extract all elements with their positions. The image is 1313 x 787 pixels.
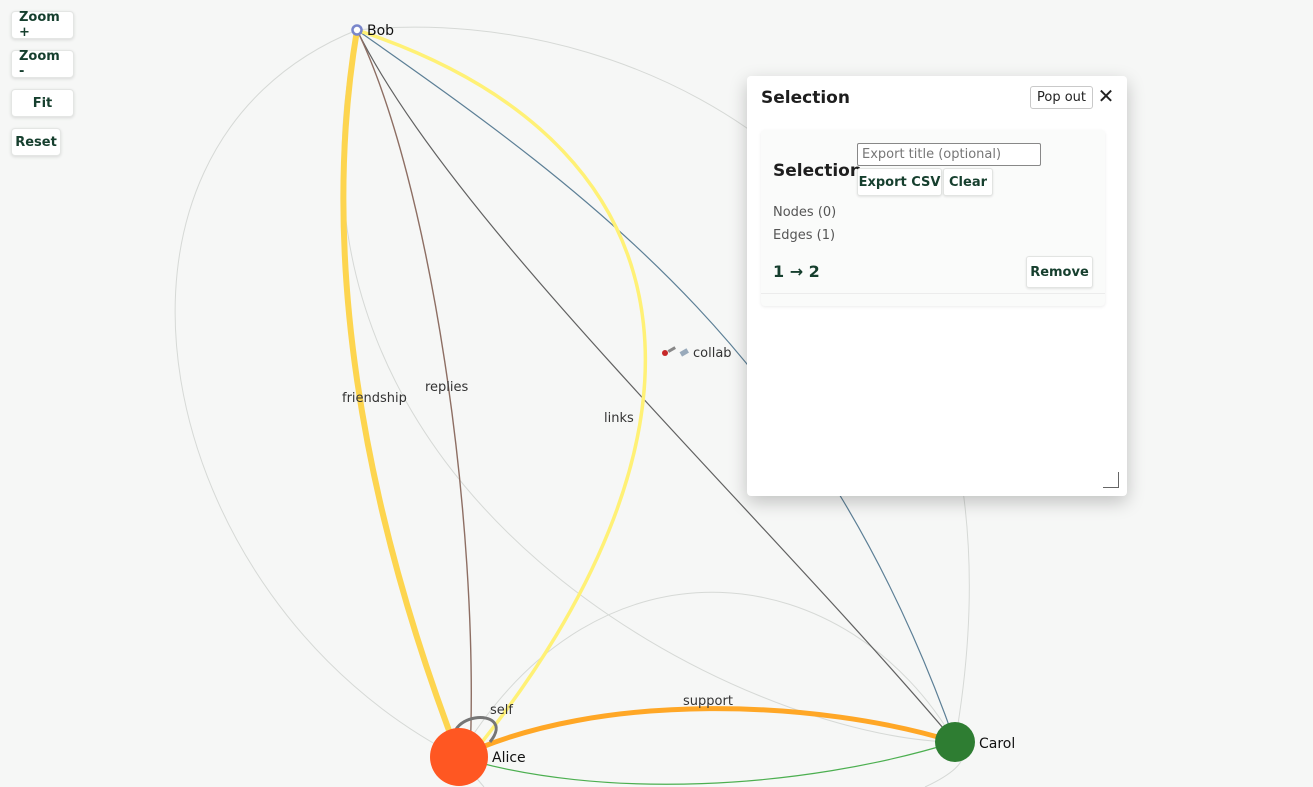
card-title: Selection	[773, 161, 862, 181]
node-label-carol: Carol	[979, 736, 1015, 752]
selection-panel: Selection Pop out ✕ Selection Export CSV…	[747, 76, 1127, 496]
divider	[761, 293, 1105, 294]
node-bob[interactable]	[351, 24, 363, 36]
zoom-controls: Zoom + Zoom - Fit Reset	[11, 10, 74, 156]
edge-alice-carol-green[interactable]	[458, 741, 956, 785]
nodes-count: Nodes (0)	[773, 205, 837, 220]
edge-label-friendship: friendship	[342, 391, 407, 406]
resize-handle[interactable]	[1103, 472, 1119, 488]
pop-out-button[interactable]: Pop out	[1030, 86, 1094, 109]
edge-label-self: self	[490, 703, 513, 718]
edge-label-replies: replies	[425, 380, 469, 395]
export-csv-button[interactable]: Export CSV	[857, 168, 942, 196]
remove-button[interactable]: Remove	[1026, 256, 1093, 288]
node-label-alice: Alice	[492, 750, 526, 766]
edge-label-collab: collab	[693, 346, 732, 361]
faint-edge	[174, 29, 460, 758]
edge-label-support: support	[683, 694, 733, 709]
selection-card: Selection Export CSV Clear Nodes (0) Edg…	[761, 130, 1105, 306]
fit-button[interactable]: Fit	[11, 89, 74, 117]
panel-title: Selection	[761, 88, 850, 108]
edges-count: Edges (1)	[773, 228, 836, 243]
node-alice[interactable]	[430, 728, 488, 786]
export-title-input[interactable]	[857, 143, 1041, 166]
edge-label-links: links	[604, 411, 634, 426]
zoom-in-button[interactable]: Zoom +	[11, 10, 74, 40]
selected-edge-item[interactable]: 1 → 2	[773, 262, 820, 281]
rocket-icon	[662, 346, 689, 357]
node-label-bob: Bob	[367, 23, 394, 39]
close-icon[interactable]: ✕	[1097, 85, 1115, 107]
node-carol[interactable]	[935, 722, 975, 762]
clear-button[interactable]: Clear	[943, 168, 993, 196]
reset-button[interactable]: Reset	[11, 128, 61, 156]
zoom-out-button[interactable]: Zoom -	[11, 49, 74, 79]
